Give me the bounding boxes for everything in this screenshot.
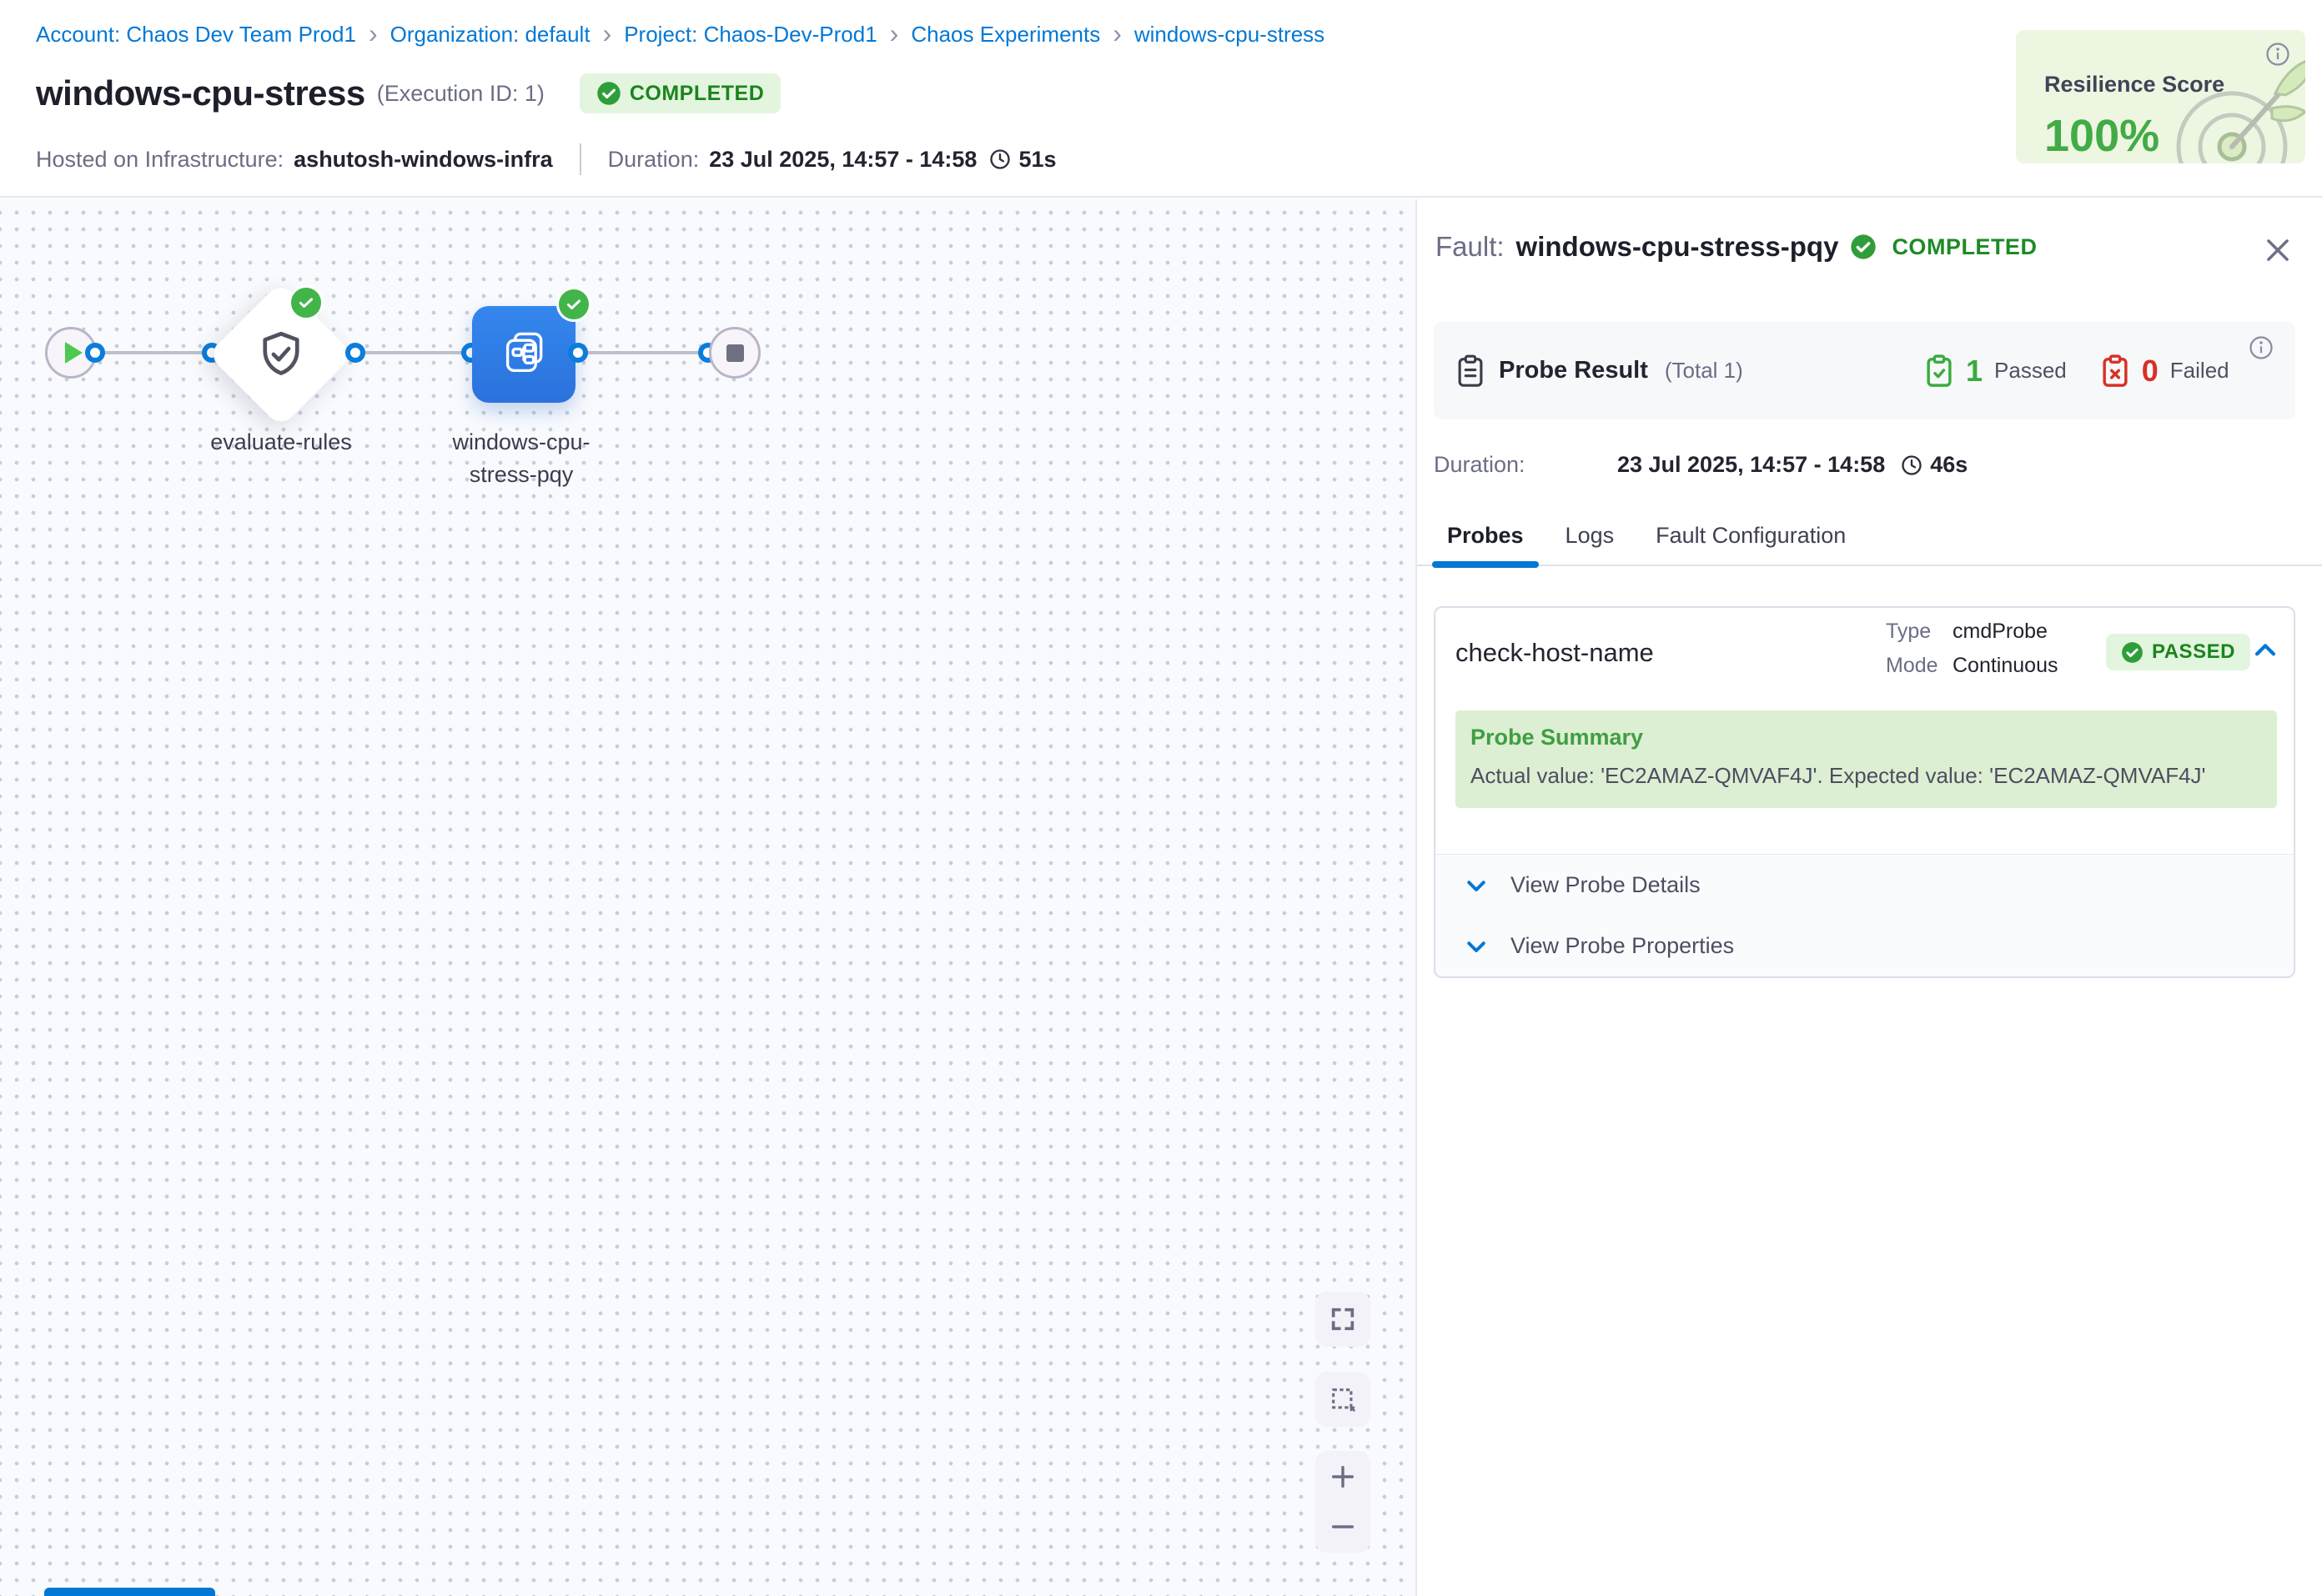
experiment-icon bbox=[498, 329, 550, 380]
clock-icon bbox=[1900, 454, 1923, 477]
selection-box-icon bbox=[1329, 1385, 1357, 1413]
breadcrumb: Account: Chaos Dev Team Prod1 › Organiza… bbox=[36, 22, 1324, 48]
probe-summary: Probe Summary Actual value: 'EC2AMAZ-QMV… bbox=[1455, 710, 2277, 808]
tab-fault-configuration[interactable]: Fault Configuration bbox=[1656, 523, 1846, 549]
close-icon bbox=[2262, 234, 2294, 266]
breadcrumb-project-link[interactable]: Project: Chaos-Dev-Prod1 bbox=[624, 22, 877, 48]
breadcrumb-separator: › bbox=[603, 23, 612, 48]
experiment-status-badge: COMPLETED bbox=[580, 73, 781, 113]
edge-port bbox=[568, 343, 588, 363]
breadcrumb-account-link[interactable]: Account: Chaos Dev Team Prod1 bbox=[36, 22, 356, 48]
duration-label: Duration: bbox=[608, 147, 700, 173]
resilience-score-card: Resilience Score 100% bbox=[2016, 30, 2305, 163]
duration-elapsed: 51s bbox=[1018, 147, 1056, 173]
chevron-down-icon bbox=[1464, 873, 1489, 898]
probe-card-check-host-name: check-host-name Type cmdProbe Mode Conti… bbox=[1434, 606, 2295, 978]
breadcrumb-current-link[interactable]: windows-cpu-stress bbox=[1134, 22, 1324, 48]
edge-port bbox=[345, 343, 365, 363]
chevron-up-icon bbox=[2251, 636, 2279, 665]
node-evaluate-rules[interactable] bbox=[229, 302, 334, 407]
clipboard-x-icon bbox=[2100, 354, 2130, 388]
pipeline-end-node[interactable] bbox=[709, 327, 761, 379]
probe-mode-value: Continuous bbox=[1953, 654, 2058, 678]
resilience-score-value: 100% bbox=[2044, 110, 2159, 162]
breadcrumb-separator: › bbox=[890, 23, 899, 48]
fullscreen-button[interactable] bbox=[1315, 1292, 1370, 1347]
probe-type-value: cmdProbe bbox=[1953, 620, 2058, 644]
breadcrumb-separator: › bbox=[369, 23, 378, 48]
breadcrumb-experiments-link[interactable]: Chaos Experiments bbox=[911, 22, 1100, 48]
clipboard-icon bbox=[1455, 354, 1485, 388]
execution-id: (Execution ID: 1) bbox=[377, 81, 545, 107]
zoom-controls bbox=[1315, 1451, 1370, 1553]
node-windows-cpu-stress-pqy[interactable] bbox=[472, 306, 575, 403]
probe-type-label: Type bbox=[1886, 620, 1953, 644]
edge-port bbox=[85, 343, 105, 363]
probe-status-badge: PASSED bbox=[2106, 634, 2250, 670]
failed-label: Failed bbox=[2170, 358, 2229, 384]
pipeline-canvas[interactable]: evaluate-rules windows-cpu- stress-pqy bbox=[0, 199, 1415, 1596]
success-badge-icon bbox=[289, 285, 324, 320]
target-arrow-illustration bbox=[2150, 45, 2305, 163]
clipboard-check-icon bbox=[1924, 354, 1954, 388]
fault-label: Fault: bbox=[1435, 231, 1505, 263]
passed-count: 1 bbox=[1966, 354, 1983, 389]
probe-name: check-host-name bbox=[1455, 638, 1654, 668]
fullscreen-icon bbox=[1329, 1305, 1357, 1333]
zoom-in-button[interactable] bbox=[1329, 1463, 1357, 1491]
stop-icon bbox=[726, 344, 744, 362]
page-title: windows-cpu-stress bbox=[36, 73, 365, 113]
panel-tabs: Probes Logs Fault Configuration bbox=[1417, 506, 2322, 566]
page-header: Account: Chaos Dev Team Prod1 › Organiza… bbox=[0, 0, 2322, 198]
probe-summary-text: Actual value: 'EC2AMAZ-QMVAF4J'. Expecte… bbox=[1470, 763, 2262, 789]
panel-duration-label: Duration: bbox=[1434, 452, 1617, 478]
minus-icon bbox=[1329, 1513, 1357, 1541]
check-circle-icon bbox=[596, 81, 621, 106]
probe-result-total: (Total 1) bbox=[1665, 358, 1743, 384]
collapse-probe-button[interactable] bbox=[2251, 636, 2279, 665]
tab-logs[interactable]: Logs bbox=[1566, 523, 1615, 549]
pipeline-edge bbox=[71, 351, 735, 354]
infra-value: ashutosh-windows-infra bbox=[294, 147, 553, 173]
close-panel-button[interactable] bbox=[2262, 234, 2294, 266]
view-probe-details-toggle[interactable]: View Probe Details bbox=[1435, 855, 2294, 916]
probe-summary-title: Probe Summary bbox=[1470, 725, 2262, 750]
panel-duration-value: 23 Jul 2025, 14:57 - 14:58 bbox=[1617, 452, 1885, 478]
chevron-down-icon bbox=[1464, 934, 1489, 959]
zoom-out-button[interactable] bbox=[1329, 1513, 1357, 1541]
active-tab-indicator bbox=[1432, 561, 1539, 568]
infra-label: Hosted on Infrastructure: bbox=[36, 147, 284, 173]
probe-result-summary: Probe Result (Total 1) 1 Passed 0 Failed bbox=[1434, 322, 2295, 419]
check-circle-icon bbox=[1850, 233, 1877, 260]
view-probe-properties-toggle[interactable]: View Probe Properties bbox=[1435, 916, 2294, 976]
fault-status: COMPLETED bbox=[1892, 234, 2037, 260]
clock-icon bbox=[988, 148, 1012, 171]
divider bbox=[580, 143, 581, 175]
info-icon[interactable] bbox=[2249, 335, 2274, 360]
duration-value: 23 Jul 2025, 14:57 - 14:58 bbox=[709, 147, 977, 173]
help-resources-button[interactable] bbox=[44, 1588, 215, 1596]
play-icon bbox=[65, 342, 83, 364]
panel-duration-elapsed: 46s bbox=[1930, 452, 1968, 478]
tab-probes[interactable]: Probes bbox=[1447, 523, 1524, 549]
fault-details-panel: Fault: windows-cpu-stress-pqy COMPLETED … bbox=[1415, 199, 2322, 1596]
breadcrumb-separator: › bbox=[1113, 23, 1122, 48]
breadcrumb-org-link[interactable]: Organization: default bbox=[390, 22, 591, 48]
fault-name: windows-cpu-stress-pqy bbox=[1516, 231, 1839, 263]
probe-result-title: Probe Result bbox=[1499, 357, 1648, 384]
node-label-fault: windows-cpu- stress-pqy bbox=[375, 426, 667, 491]
check-circle-icon bbox=[2121, 641, 2144, 664]
plus-icon bbox=[1329, 1463, 1357, 1491]
success-badge-icon bbox=[556, 287, 591, 322]
selection-tool-button[interactable] bbox=[1315, 1372, 1370, 1427]
passed-label: Passed bbox=[1994, 358, 2067, 384]
probe-mode-label: Mode bbox=[1886, 654, 1953, 678]
failed-count: 0 bbox=[2142, 354, 2159, 389]
shield-check-icon bbox=[254, 327, 309, 382]
